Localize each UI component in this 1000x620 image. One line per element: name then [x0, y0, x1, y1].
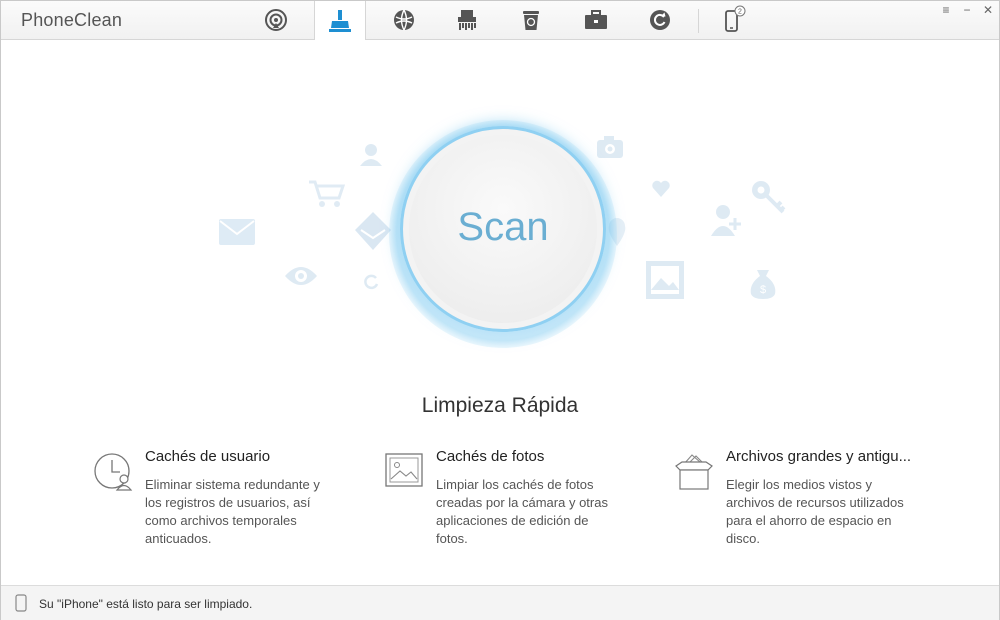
person-icon	[711, 205, 741, 236]
iphone-icon: 2	[725, 5, 746, 32]
recycle-bin-icon	[523, 11, 539, 30]
status-text: Su "iPhone" está listo para ser limpiado…	[39, 597, 253, 611]
mail-icon	[219, 219, 255, 245]
iphone-outline-icon	[15, 594, 27, 612]
toolbox-icon	[585, 10, 607, 29]
svg-text:$: $	[760, 284, 766, 296]
camera-icon	[597, 136, 623, 158]
feature-title: Cachés de usuario	[145, 448, 271, 465]
minimize-button[interactable]: −	[959, 3, 975, 17]
toolbar: PhoneClean 2 ≡ − ✕	[1, 1, 999, 40]
section-title: Limpieza Rápida	[421, 394, 579, 417]
feature-title: Cachés de fotos	[436, 448, 545, 465]
airplay-icon	[265, 9, 287, 31]
feature-title: Archivos grandes y antigu...	[726, 448, 912, 465]
eye-icon	[285, 267, 317, 285]
scan-label: Scan	[457, 204, 549, 249]
user-clock-icon	[94, 453, 133, 491]
tool-refresh[interactable]	[635, 1, 685, 39]
tool-clean[interactable]	[314, 1, 366, 40]
broom-clean-icon	[329, 9, 351, 32]
tool-recycle[interactable]	[506, 1, 556, 39]
app-window: PhoneClean 2 ≡ − ✕ $ Scan Limpieza Rápid…	[0, 0, 1000, 620]
main-area: $ Scan Limpieza Rápida Cachés de usuario…	[1, 40, 999, 585]
feature-description: Elegir los medios vistos y archivos de r…	[726, 477, 904, 546]
small-refresh-icon	[364, 274, 379, 290]
status-bar: Su "iPhone" está listo para ser limpiado…	[1, 585, 999, 620]
key-icon	[752, 181, 786, 214]
feature-description: Eliminar sistema redundante y los regist…	[145, 477, 320, 546]
device-selector[interactable]: 2	[708, 1, 758, 39]
device-badge: 2	[738, 9, 742, 16]
toolbar-separator	[698, 9, 699, 33]
money-bag-icon: $	[750, 270, 776, 299]
image-icon	[646, 261, 684, 299]
tool-toolbox[interactable]	[571, 1, 621, 39]
tool-shredder[interactable]	[442, 1, 492, 39]
refresh-icon	[650, 10, 670, 30]
contact-icon	[360, 144, 382, 166]
feature-description: Limpiar los cachés de fotos creadas por …	[436, 477, 608, 546]
send-icon	[355, 212, 391, 250]
tool-internet[interactable]	[379, 1, 429, 39]
close-button[interactable]: ✕	[980, 3, 996, 17]
heart-icon	[652, 180, 670, 197]
tool-airplay[interactable]	[251, 1, 301, 39]
archive-box-icon	[675, 454, 713, 490]
menu-button[interactable]: ≡	[938, 3, 954, 17]
app-title: PhoneClean	[21, 10, 123, 30]
photo-icon	[385, 453, 423, 487]
globe-icon	[394, 9, 414, 31]
scan-button[interactable]: Scan	[400, 126, 606, 332]
cart-icon	[309, 180, 346, 207]
shredder-icon	[458, 10, 476, 30]
